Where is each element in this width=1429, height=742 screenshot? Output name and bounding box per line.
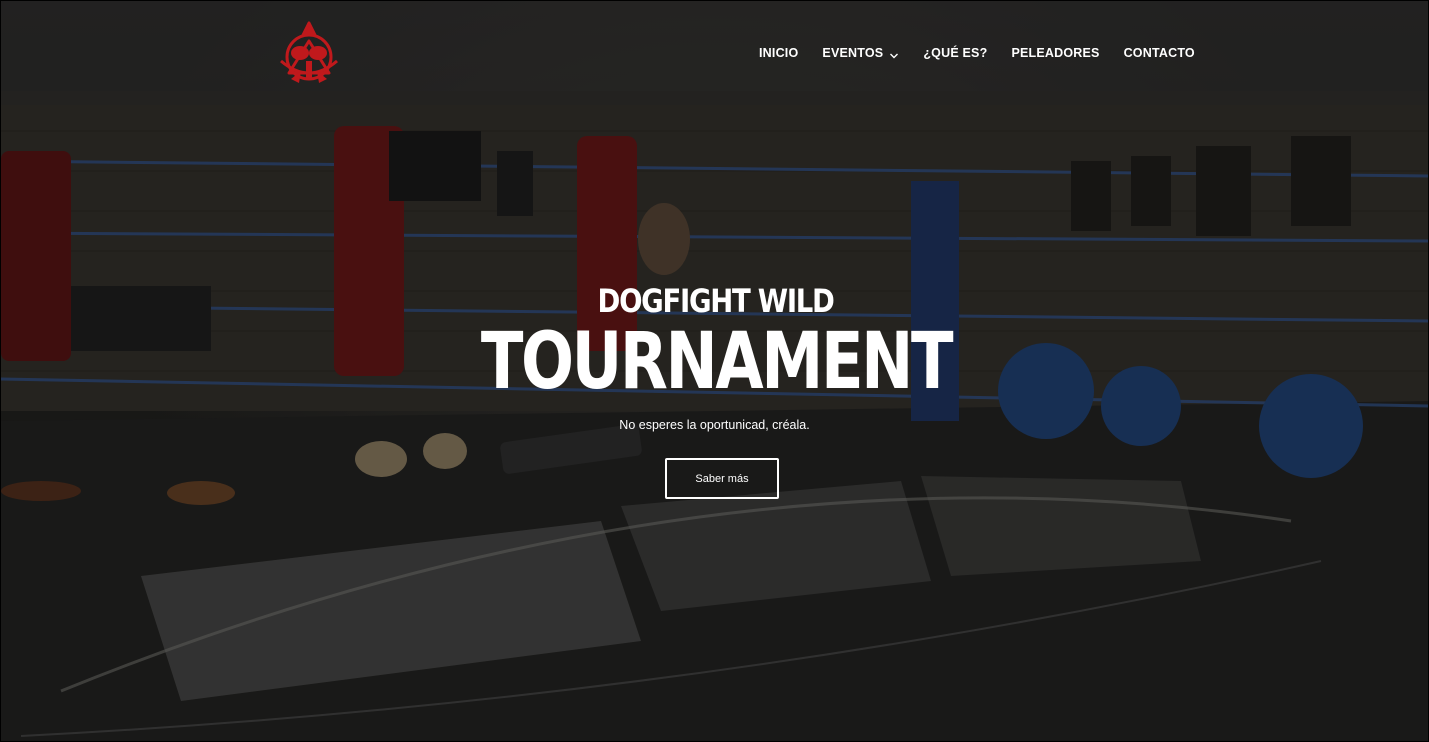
nav-item-label: PELEADORES xyxy=(1011,46,1100,60)
nav-item-label: CONTACTO xyxy=(1123,46,1195,60)
nav-item-contacto[interactable]: CONTACTO xyxy=(1124,46,1195,60)
main-navigation: INICIO EVENTOS ¿QUÉ ES? PELEADORES CONTA… xyxy=(759,46,1219,60)
hero-title: TOURNAMENT xyxy=(480,317,954,407)
nav-item-label: ¿QUÉ ES? xyxy=(923,46,988,60)
nav-item-que-es[interactable]: ¿QUÉ ES? xyxy=(923,46,987,60)
chevron-down-icon xyxy=(889,49,899,59)
nav-item-inicio[interactable]: INICIO xyxy=(759,46,798,60)
nav-item-label: INICIO xyxy=(759,46,799,60)
nav-item-peleadores[interactable]: PELEADORES xyxy=(1011,46,1099,60)
page: INICIO EVENTOS ¿QUÉ ES? PELEADORES CONTA… xyxy=(0,0,1429,742)
site-header: INICIO EVENTOS ¿QUÉ ES? PELEADORES CONTA… xyxy=(1,1,1428,105)
hero-subtitle: DOGFIGHT WILD xyxy=(597,282,835,320)
nav-item-eventos[interactable]: EVENTOS xyxy=(822,46,899,60)
saber-mas-button[interactable]: Saber más xyxy=(665,458,779,499)
boxing-emblem-icon[interactable] xyxy=(277,21,341,89)
nav-item-label: EVENTOS xyxy=(822,46,884,60)
hero-tagline: No esperes la oportunicad, créala. xyxy=(619,418,810,432)
